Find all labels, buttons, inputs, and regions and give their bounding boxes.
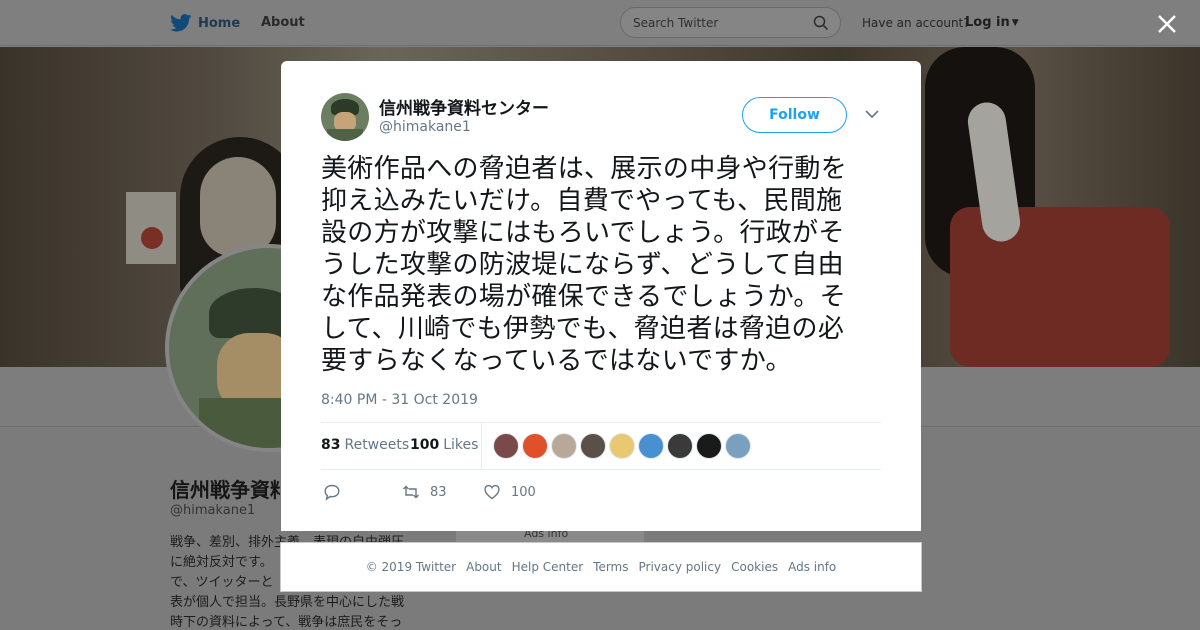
search-input[interactable] [633,14,803,32]
likes-stat[interactable]: 100 Likes [410,437,478,453]
tweet-text-line: 設の方が攻撃にはもろいでしょう。行政がそ [321,218,845,248]
footer-link-terms[interactable]: Terms [593,560,628,574]
banner-flag-sun [141,227,163,249]
tweet-author-avatar[interactable] [321,93,369,141]
footer-link-about[interactable]: About [466,560,501,574]
bio-line: 表が個人で担当。長野県を中心にした戦 [170,595,405,610]
login-menu[interactable]: Log in ▼ [965,15,1019,30]
like-action-count: 100 [511,484,536,500]
profile-name[interactable]: 信州戦争資料 [170,474,280,503]
retweets-count: 83 [321,437,341,453]
close-icon[interactable] [1155,12,1179,36]
retweets-stat[interactable]: 83 Retweets [321,437,409,453]
footer-copyright: © 2019 Twitter [365,560,457,574]
divider [321,469,881,470]
footer-bar: © 2019 Twitter About Help Center Terms P… [280,542,922,592]
likes-label: Likes [443,437,479,453]
nav-home-label: Home [198,15,241,31]
tweet-modal: 信州戦争資料センター @himakane1 Follow 美術作品への脅迫者は、… [281,61,921,531]
divider [481,423,482,469]
liker-avatar[interactable] [638,433,664,459]
nav-about-link[interactable]: About [261,15,305,30]
search-field[interactable] [620,7,841,38]
liker-avatar[interactable] [522,433,548,459]
nav-home-link[interactable]: Home [170,12,240,34]
tweet-text-line: 抑え込みたいだけ。自費でやっても、民間施 [321,186,843,216]
tweet-author-name[interactable]: 信州戦争資料センター [379,94,549,119]
retweet-action-count: 83 [430,484,447,500]
liker-avatar[interactable] [609,433,635,459]
follow-button[interactable]: Follow [742,97,847,133]
footer-link-ads-info[interactable]: Ads info [788,560,836,574]
tweet-text-line: 美術作品への脅迫者は、展示の中身や行動を [321,154,848,184]
footer-link-help-center[interactable]: Help Center [512,560,584,574]
like-button[interactable]: 100 [483,482,536,502]
liker-avatar[interactable] [667,433,693,459]
liker-avatar[interactable] [493,433,519,459]
reply-icon [324,484,340,501]
liker-avatar[interactable] [551,433,577,459]
have-account-text: Have an account? [862,16,970,30]
tweet-timestamp[interactable]: 8:40 PM - 31 Oct 2019 [321,392,478,408]
footer-link-cookies[interactable]: Cookies [731,560,778,574]
divider [321,422,881,423]
banner-right-doll-kimono [950,207,1170,367]
likes-count: 100 [410,437,440,453]
tweet-text-line: うした攻撃の防波堤にならず、どうして自由 [321,250,844,280]
tweet-author-handle[interactable]: @himakane1 [379,119,471,135]
retweet-button[interactable]: 83 [402,482,447,502]
tweet-text-line: な作品発表の場が確保できるでしょうか。そ [321,282,846,312]
top-nav-bar: Home About Have an account? Log in▼ [0,0,1200,46]
heart-icon [484,484,500,500]
profile-handle[interactable]: @himakane1 [170,503,255,518]
retweets-label: Retweets [344,437,410,453]
reply-button[interactable] [323,482,351,502]
liker-avatar[interactable] [580,433,606,459]
bio-line: 時下の資料によって、戦争は庶民をそっ [170,615,403,630]
tweet-text-line: 要すらなくなっているではないですか。 [321,346,792,376]
twitter-bird-icon [170,14,192,32]
search-icon[interactable] [813,15,829,31]
caret-down-icon: ▼ [1011,18,1019,28]
retweet-icon [403,485,419,499]
liker-avatars [493,433,754,459]
tweet-text: 美術作品への脅迫者は、展示の中身や行動を 抑え込みたいだけ。自費でやっても、民間… [321,153,883,377]
liker-avatar[interactable] [725,433,751,459]
tweet-text-line: して、川崎でも伊勢でも、脅迫者は脅迫の必 [321,314,845,344]
banner-doll-face [200,157,276,257]
chevron-down-icon[interactable] [865,109,879,119]
footer-link-privacy[interactable]: Privacy policy [639,560,722,574]
avatar-uniform [327,129,363,141]
login-label: Log in [965,15,1010,30]
liker-avatar[interactable] [696,433,722,459]
